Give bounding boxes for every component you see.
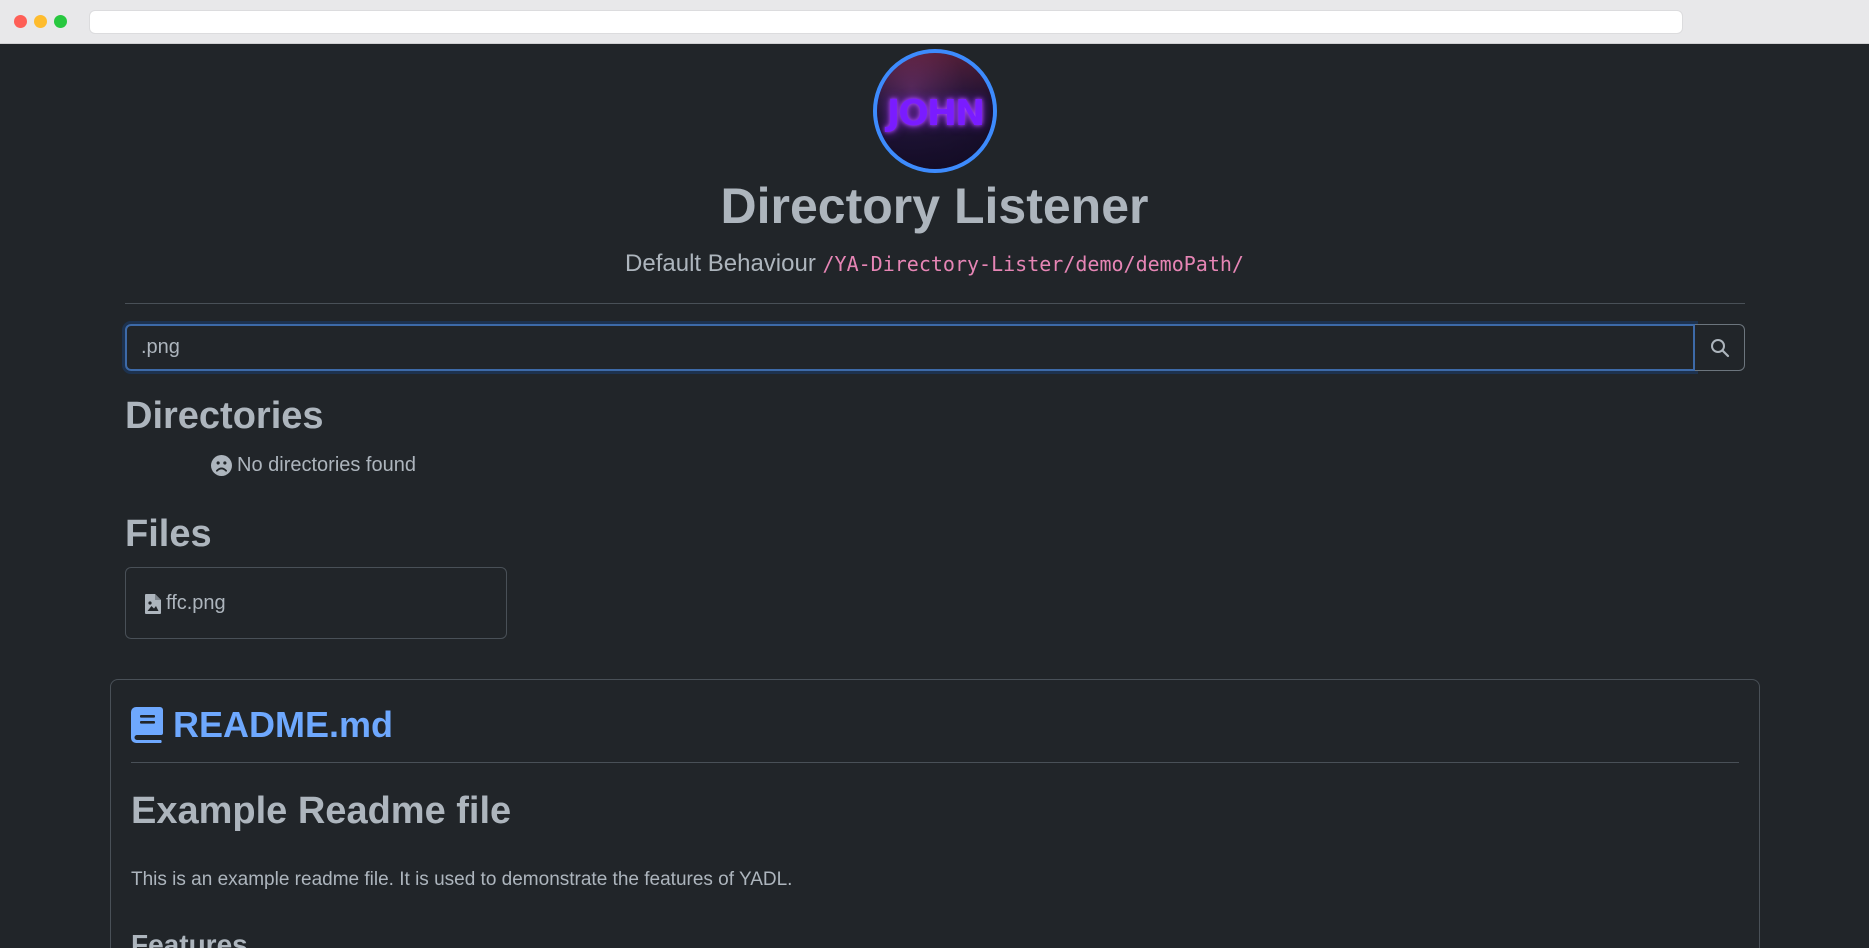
current-path: /YA-Directory-Lister/demo/demoPath/ bbox=[822, 252, 1244, 276]
sad-face-icon bbox=[211, 454, 232, 476]
header-divider bbox=[125, 303, 1745, 304]
file-name: ffc.png bbox=[166, 592, 226, 614]
subtitle-label: Default Behaviour bbox=[625, 250, 816, 277]
readme-title-link[interactable]: README.md bbox=[173, 704, 393, 746]
browser-chrome bbox=[0, 0, 1869, 44]
readme-divider bbox=[131, 762, 1739, 763]
directories-heading: Directories bbox=[125, 395, 324, 437]
page-title: Directory Listener bbox=[720, 178, 1149, 234]
minimize-window-button[interactable] bbox=[34, 15, 47, 28]
readme-panel: README.md Example Readme file This is an… bbox=[110, 679, 1760, 948]
readme-heading: Example Readme file bbox=[131, 790, 512, 832]
book-icon bbox=[131, 707, 163, 743]
avatar-neon-text: JOHN bbox=[886, 93, 985, 134]
image-file-icon bbox=[145, 593, 161, 614]
search-input[interactable] bbox=[125, 324, 1695, 371]
avatar: JOHN bbox=[873, 49, 997, 173]
page-subtitle: Default Behaviour /YA-Directory-Lister/d… bbox=[0, 248, 1869, 280]
file-item[interactable]: ffc.png bbox=[125, 567, 507, 639]
address-bar[interactable] bbox=[89, 10, 1683, 34]
maximize-window-button[interactable] bbox=[54, 15, 67, 28]
empty-directories-text: No directories found bbox=[237, 454, 416, 476]
readme-subheading: Features bbox=[131, 929, 248, 948]
readme-header: README.md bbox=[131, 704, 393, 746]
readme-paragraph: This is an example readme file. It is us… bbox=[131, 869, 793, 890]
empty-directories-message: No directories found bbox=[211, 452, 416, 478]
close-window-button[interactable] bbox=[14, 15, 27, 28]
file-link[interactable]: ffc.png bbox=[145, 592, 226, 615]
search-button[interactable] bbox=[1695, 324, 1745, 371]
files-heading: Files bbox=[125, 513, 212, 555]
search-icon bbox=[1711, 339, 1730, 358]
